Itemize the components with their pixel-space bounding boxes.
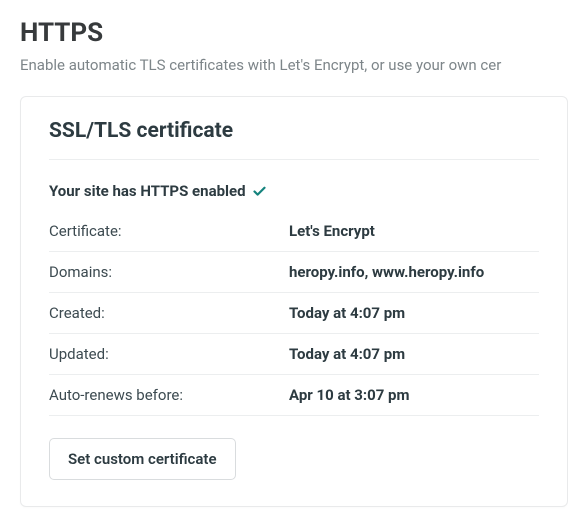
row-value: Today at 4:07 pm <box>289 304 539 322</box>
table-row: Updated: Today at 4:07 pm <box>49 334 539 375</box>
row-label: Created: <box>49 304 289 322</box>
https-status: Your site has HTTPS enabled <box>49 182 539 200</box>
row-value: Today at 4:07 pm <box>289 345 539 363</box>
table-row: Created: Today at 4:07 pm <box>49 293 539 334</box>
card-actions: Set custom certificate <box>49 438 539 480</box>
page-title: HTTPS <box>20 18 568 48</box>
ssl-certificate-card: SSL/TLS certificate Your site has HTTPS … <box>20 96 568 507</box>
card-title: SSL/TLS certificate <box>49 119 539 160</box>
row-label: Updated: <box>49 345 289 363</box>
row-label: Certificate: <box>49 222 289 240</box>
https-status-text: Your site has HTTPS enabled <box>49 182 246 200</box>
check-icon <box>252 184 267 199</box>
row-value: heropy.info, www.heropy.info <box>289 263 539 281</box>
certificate-info-table: Certificate: Let's Encrypt Domains: hero… <box>49 222 539 416</box>
set-custom-certificate-button[interactable]: Set custom certificate <box>49 438 236 480</box>
https-settings-page: HTTPS Enable automatic TLS certificates … <box>0 0 568 507</box>
page-subtitle: Enable automatic TLS certificates with L… <box>20 56 568 74</box>
row-label: Auto-renews before: <box>49 386 289 404</box>
row-value: Let's Encrypt <box>289 222 539 240</box>
table-row: Certificate: Let's Encrypt <box>49 222 539 252</box>
row-value: Apr 10 at 3:07 pm <box>289 386 539 404</box>
row-label: Domains: <box>49 263 289 281</box>
table-row: Domains: heropy.info, www.heropy.info <box>49 252 539 293</box>
table-row: Auto-renews before: Apr 10 at 3:07 pm <box>49 375 539 416</box>
